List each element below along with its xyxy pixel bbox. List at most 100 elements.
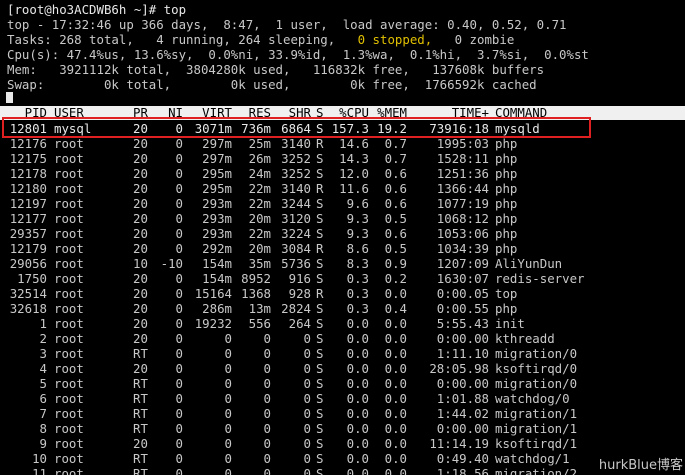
cell-user: root [54, 241, 84, 256]
stopped-count: 0 stopped, [357, 32, 433, 47]
cell-state: S [316, 151, 324, 166]
cell-pid: 6 [39, 391, 47, 406]
shell-prompt: [root@ho3ACDWB6h ~]# top [7, 2, 187, 17]
cell-ni: 0 [175, 391, 183, 406]
terminal-cursor [6, 92, 13, 103]
cell-ni: 0 [175, 211, 183, 226]
cell-state: R [316, 181, 324, 196]
cell-pr: 20 [133, 271, 148, 286]
cell-pr: 20 [133, 316, 148, 331]
cell-ni: 0 [175, 316, 183, 331]
cell-res: 1368 [241, 286, 271, 301]
cell-state: S [316, 196, 324, 211]
cell-mem: 0.0 [384, 451, 407, 466]
cell-command: watchdog/0 [495, 391, 570, 406]
cell-user: root [54, 421, 84, 436]
cell-res: 0 [263, 436, 271, 451]
cell-state: S [316, 211, 324, 226]
cell-user: root [54, 166, 84, 181]
cell-res: 22m [248, 226, 271, 241]
cell-time: 5:55.43 [436, 316, 489, 331]
cpu-line: Cpu(s): 47.4%us, 13.6%sy, 0.0%ni, 33.9%i… [7, 47, 589, 62]
process-row: 32618 root 20 0 286m 13m 2824 S 0.3 0.4 0:00.55 php [0, 301, 685, 316]
cell-pr: RT [133, 466, 148, 475]
cell-res: 0 [263, 346, 271, 361]
cell-cpu: 0.0 [346, 436, 369, 451]
cell-time: 1077:19 [436, 196, 489, 211]
cell-res: 0 [263, 451, 271, 466]
cell-cpu: 14.6 [339, 136, 369, 151]
cell-state: S [316, 316, 324, 331]
cell-shr: 0 [303, 451, 311, 466]
cell-command: migration/2 [495, 466, 578, 475]
cell-ni: 0 [175, 151, 183, 166]
cell-virt: 0 [224, 451, 232, 466]
cell-pid: 12178 [9, 166, 47, 181]
process-row: 4 root 20 0 0 0 0 S 0.0 0.0 28:05.98 ksoftirqd/0 [0, 361, 685, 376]
cell-pr: 20 [133, 211, 148, 226]
mysqld-highlight-box [2, 117, 591, 138]
cell-cpu: 11.6 [339, 181, 369, 196]
terminal-window[interactable]: [root@ho3ACDWB6h ~]# top top - 17:32:46 … [0, 0, 685, 475]
cell-state: S [316, 256, 324, 271]
cell-pr: 20 [133, 196, 148, 211]
cell-state: S [316, 166, 324, 181]
cell-res: 20m [248, 241, 271, 256]
cell-pid: 12179 [9, 241, 47, 256]
cell-shr: 3252 [281, 166, 311, 181]
cell-ni: 0 [175, 406, 183, 421]
cell-command: watchdog/1 [495, 451, 570, 466]
cell-virt: 154m [202, 256, 232, 271]
cell-mem: 0.7 [384, 151, 407, 166]
cell-state: S [316, 301, 324, 316]
cell-mem: 0.0 [384, 436, 407, 451]
cell-shr: 0 [303, 421, 311, 436]
cell-time: 1:11.10 [436, 346, 489, 361]
cell-mem: 0.4 [384, 301, 407, 316]
cell-shr: 3252 [281, 151, 311, 166]
cell-command: init [495, 316, 525, 331]
cell-virt: 0 [224, 421, 232, 436]
cell-cpu: 0.3 [346, 301, 369, 316]
cell-virt: 15164 [194, 286, 232, 301]
cell-ni: -10 [160, 256, 183, 271]
cell-cpu: 0.0 [346, 316, 369, 331]
cell-pr: 20 [133, 181, 148, 196]
cell-mem: 0.5 [384, 241, 407, 256]
cell-ni: 0 [175, 466, 183, 475]
cell-time: 1251:36 [436, 166, 489, 181]
cell-user: root [54, 286, 84, 301]
process-row: 2 root 20 0 0 0 0 S 0.0 0.0 0:00.00 kthreadd [0, 331, 685, 346]
cell-shr: 916 [288, 271, 311, 286]
cell-command: redis-server [495, 271, 585, 286]
cell-shr: 3140 [281, 181, 311, 196]
cell-shr: 3140 [281, 136, 311, 151]
cell-virt: 293m [202, 211, 232, 226]
cell-time: 1053:06 [436, 226, 489, 241]
cell-user: root [54, 226, 84, 241]
cell-ni: 0 [175, 436, 183, 451]
cell-res: 24m [248, 166, 271, 181]
cell-virt: 19232 [194, 316, 232, 331]
process-row: 29357 root 20 0 293m 22m 3224 S 9.3 0.6 1053:06 php [0, 226, 685, 241]
cell-pid: 1750 [17, 271, 47, 286]
process-row: 12176 root 20 0 297m 25m 3140 R 14.6 0.7 1995:03 ph… [0, 136, 685, 151]
cell-ni: 0 [175, 136, 183, 151]
cell-ni: 0 [175, 346, 183, 361]
cell-ni: 0 [175, 181, 183, 196]
cell-pr: 20 [133, 331, 148, 346]
cell-pid: 29357 [9, 226, 47, 241]
cell-virt: 293m [202, 196, 232, 211]
cell-cpu: 14.3 [339, 151, 369, 166]
cell-res: 22m [248, 196, 271, 211]
cell-command: kthreadd [495, 331, 555, 346]
cell-time: 1:44.02 [436, 406, 489, 421]
cell-mem: 0.6 [384, 226, 407, 241]
cell-pid: 10 [32, 451, 47, 466]
cell-cpu: 0.0 [346, 346, 369, 361]
cell-pid: 32618 [9, 301, 47, 316]
cell-user: root [54, 346, 84, 361]
cell-command: migration/1 [495, 421, 578, 436]
cell-ni: 0 [175, 226, 183, 241]
cell-command: php [495, 151, 518, 166]
